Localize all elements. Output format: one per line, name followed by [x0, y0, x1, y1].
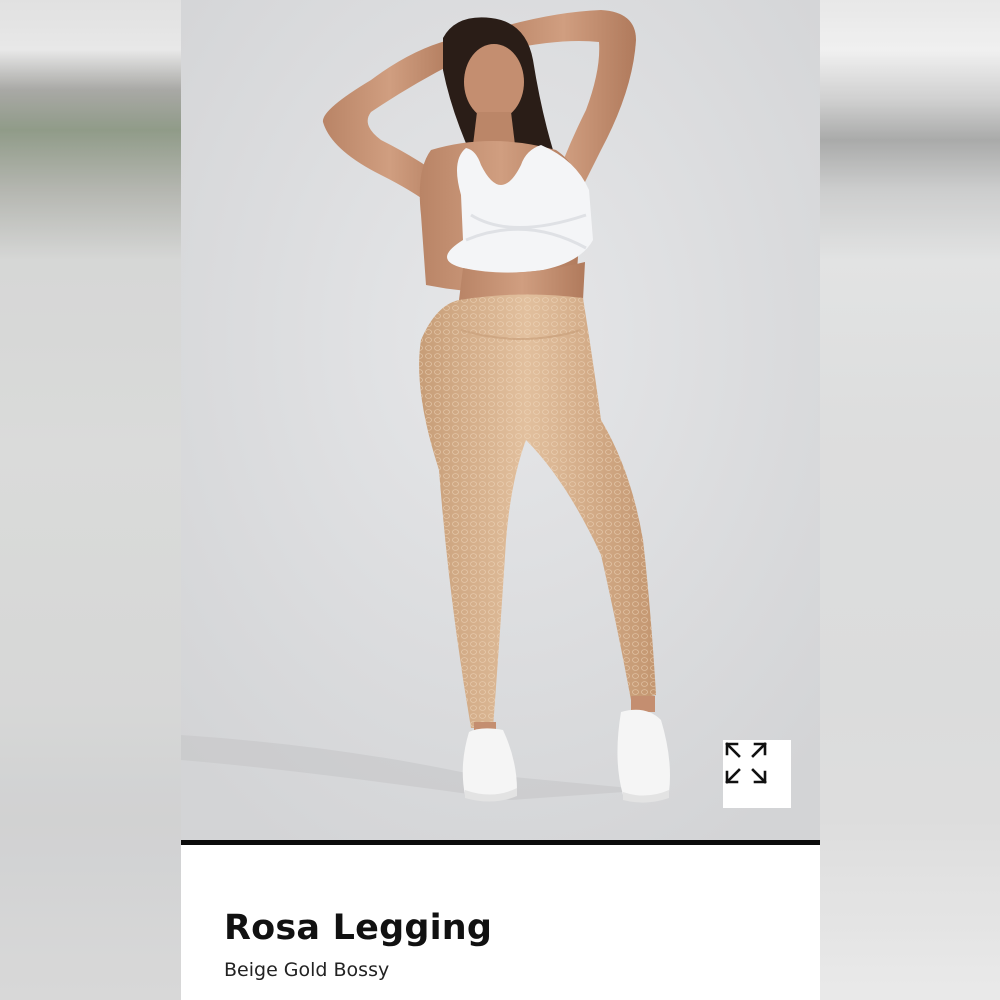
product-name[interactable]: Rosa Legging: [224, 907, 820, 949]
product-info: Rosa Legging Beige Gold Bossy: [181, 845, 820, 982]
blurred-backdrop-left: [0, 0, 181, 1000]
blurred-backdrop-right: [820, 0, 1000, 1000]
expand-arrows-icon: [725, 742, 767, 784]
product-card: Rosa Legging Beige Gold Bossy: [181, 0, 820, 1000]
expand-image-button[interactable]: [723, 740, 791, 808]
page: Rosa Legging Beige Gold Bossy: [0, 0, 1000, 1000]
model-illustration: [181, 0, 820, 840]
product-photo[interactable]: [181, 0, 820, 840]
product-variant: Beige Gold Bossy: [224, 959, 390, 981]
